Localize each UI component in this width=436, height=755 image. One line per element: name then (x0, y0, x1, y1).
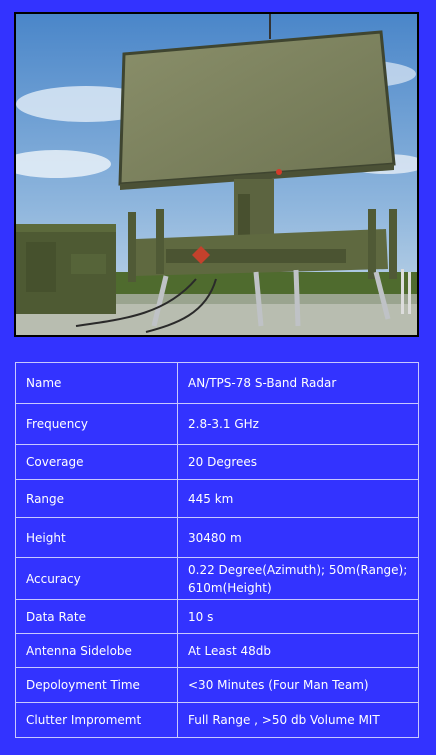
spec-value-name: AN/TPS-78 S-Band Radar (177, 362, 419, 404)
spec-value-frequency: 2.8-3.1 GHz (177, 403, 419, 445)
radar-illustration (16, 14, 417, 335)
spec-label-height: Height (15, 517, 178, 558)
table-row: Coverage 20 Degrees (15, 444, 419, 480)
spec-label-antenna-sidelobe: Antenna Sidelobe (15, 633, 178, 668)
spec-value-range: 445 km (177, 479, 419, 518)
table-row: Depoloyment Time <30 Minutes (Four Man T… (15, 667, 419, 703)
spec-label-coverage: Coverage (15, 444, 178, 480)
table-row: Clutter Impromemt Full Range , >50 db Vo… (15, 702, 419, 738)
spec-label-deployment-time: Depoloyment Time (15, 667, 178, 703)
table-row: Accuracy 0.22 Degree(Azimuth); 50m(Range… (15, 557, 419, 600)
spec-label-name: Name (15, 362, 178, 404)
spec-value-accuracy: 0.22 Degree(Azimuth); 50m(Range); 610m(H… (177, 557, 419, 600)
spec-label-accuracy: Accuracy (15, 557, 178, 600)
spec-label-range: Range (15, 479, 178, 518)
spec-value-data-rate: 10 s (177, 599, 419, 634)
table-row: Height 30480 m (15, 517, 419, 558)
spec-value-antenna-sidelobe: At Least 48db (177, 633, 419, 668)
spec-label-frequency: Frequency (15, 403, 178, 445)
spec-value-clutter-improvement: Full Range , >50 db Volume MIT (177, 702, 419, 738)
table-row: Antenna Sidelobe At Least 48db (15, 633, 419, 668)
radar-photo (14, 12, 419, 337)
spec-label-clutter-improvement: Clutter Impromemt (15, 702, 178, 738)
spec-label-data-rate: Data Rate (15, 599, 178, 634)
spec-value-coverage: 20 Degrees (177, 444, 419, 480)
spec-value-deployment-time: <30 Minutes (Four Man Team) (177, 667, 419, 703)
spec-table: Name AN/TPS-78 S-Band Radar Frequency 2.… (15, 362, 419, 738)
spec-value-height: 30480 m (177, 517, 419, 558)
table-row: Range 445 km (15, 479, 419, 518)
table-row: Name AN/TPS-78 S-Band Radar (15, 362, 419, 404)
table-row: Frequency 2.8-3.1 GHz (15, 403, 419, 445)
table-row: Data Rate 10 s (15, 599, 419, 634)
